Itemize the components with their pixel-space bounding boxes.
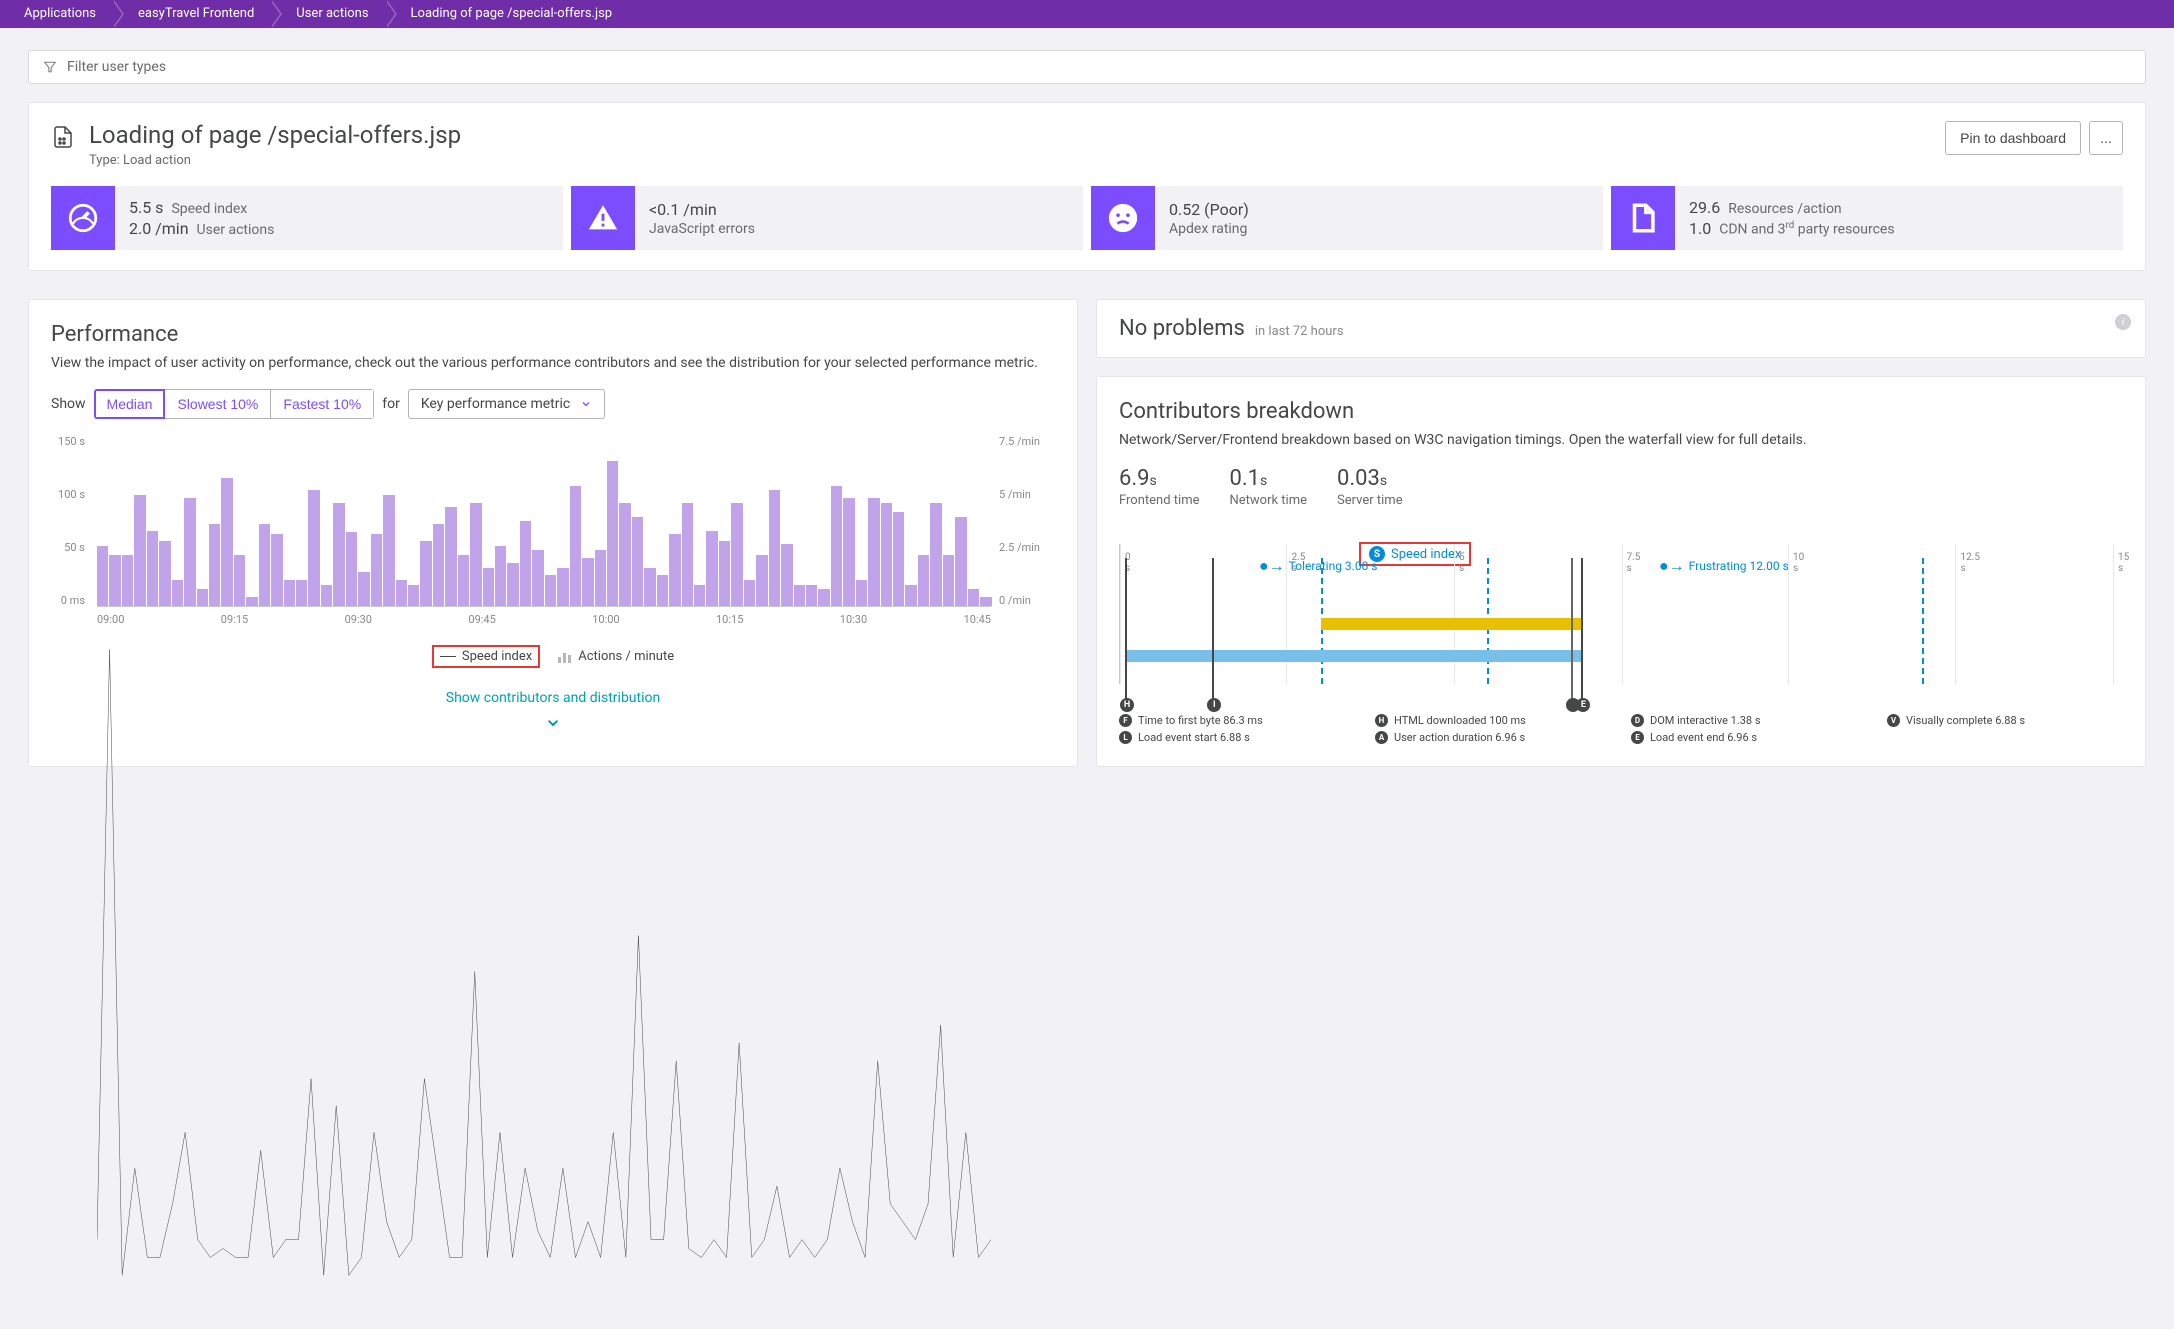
breadcrumb-useractions[interactable]: User actions	[272, 0, 386, 28]
contributors-panel: Contributors breakdown Network/Server/Fr…	[1096, 376, 2146, 767]
marker-h	[1125, 558, 1127, 704]
contributors-desc: Network/Server/Frontend breakdown based …	[1119, 432, 2123, 448]
warning-icon	[571, 186, 635, 250]
marker-e	[1581, 558, 1583, 704]
filter-icon	[43, 60, 57, 74]
no-problems-title: No problems	[1119, 316, 1245, 341]
kpi-speed-label: Speed index	[171, 201, 247, 217]
metric-dropdown-label: Key performance metric	[421, 396, 570, 412]
frustrating-line	[1922, 558, 1924, 684]
more-menu-button[interactable]: ...	[2089, 121, 2123, 155]
no-problems-panel[interactable]: No problems in last 72 hours i	[1096, 299, 2146, 358]
performance-chart[interactable]: 150 s100 s50 s0 ms 7.5 /min5 /min2.5 /mi…	[51, 435, 1055, 635]
contributors-title: Contributors breakdown	[1119, 399, 2123, 424]
kpi-speed[interactable]: 5.5 s Speed index 2.0 /min User actions	[51, 186, 563, 250]
page-subtitle: Type: Load action	[89, 153, 461, 168]
kpi-cdn-value: 1.0	[1689, 219, 1711, 238]
kpi-jserrors-label: JavaScript errors	[649, 221, 755, 237]
kpi-jserrors[interactable]: <0.1 /min JavaScript errors	[571, 186, 1083, 250]
info-icon[interactable]: i	[2115, 314, 2131, 330]
document-icon	[1611, 186, 1675, 250]
page-icon	[51, 125, 75, 149]
breadcrumb-current: Loading of page /special-offers.jsp	[387, 0, 631, 28]
show-label: Show	[51, 396, 86, 412]
performance-panel: Performance View the impact of user acti…	[28, 299, 1078, 767]
marker-i	[1212, 558, 1214, 704]
timeline-axis: 0 s 2.5 s 5 s 7.5 s 10 s 12.5 s 15 s	[1119, 544, 2123, 684]
page-title: Loading of page /special-offers.jsp	[89, 121, 461, 149]
network-time: 0.1sNetwork time	[1229, 466, 1307, 508]
kpi-jserrors-value: <0.1 /min	[649, 200, 717, 219]
yellow-bar	[1321, 618, 1582, 630]
breadcrumb-applications[interactable]: Applications	[0, 0, 114, 28]
filter-placeholder: Filter user types	[67, 59, 166, 75]
frontend-time: 6.9sFrontend time	[1119, 466, 1199, 508]
x-axis: 09:0009:1509:3009:4510:0010:1510:3010:45	[97, 613, 991, 635]
no-problems-sub: in last 72 hours	[1255, 324, 1344, 339]
breadcrumb-frontend[interactable]: easyTravel Frontend	[114, 0, 272, 28]
kpi-speed-value: 5.5 s	[129, 198, 163, 217]
seg-fastest[interactable]: Fastest 10%	[271, 389, 374, 419]
blue-bar	[1125, 650, 1581, 662]
kpi-resources[interactable]: 29.6 Resources /action 1.0 CDN and 3rd par…	[1611, 186, 2123, 250]
chevron-down-icon	[580, 398, 592, 410]
kpi-apdex-label: Apdex rating	[1169, 221, 1247, 237]
kpi-apdex[interactable]: 0.52 (Poor) Apdex rating	[1091, 186, 1603, 250]
y-axis-left: 150 s100 s50 s0 ms	[51, 435, 91, 607]
kpi-useractions-label: User actions	[197, 222, 275, 238]
y-axis-right: 7.5 /min5 /min2.5 /min0 /min	[999, 435, 1055, 607]
sad-face-icon	[1091, 186, 1155, 250]
kpi-row: 5.5 s Speed index 2.0 /min User actions <0…	[51, 186, 2123, 250]
metric-dropdown[interactable]: Key performance metric	[408, 389, 605, 419]
breadcrumb: Applications easyTravel Frontend User ac…	[0, 0, 2174, 28]
performance-desc: View the impact of user activity on perf…	[51, 355, 1055, 371]
kpi-useractions-value: 2.0 /min	[129, 219, 189, 238]
timing-legend: FTime to first byte 86.3 ms HHTML downlo…	[1119, 714, 2123, 744]
kpi-resources-value: 29.6	[1689, 198, 1720, 217]
performance-title: Performance	[51, 322, 1055, 347]
server-time: 0.03sServer time	[1337, 466, 1403, 508]
timeline-chart[interactable]: SSpeed index ●→Tolerating 3.00 s ●→Frust…	[1119, 544, 2123, 744]
percentile-segment: Median Slowest 10% Fastest 10%	[94, 389, 375, 419]
kpi-cdn-label: CDN and 3rd party resources	[1719, 220, 1894, 238]
marker-lv	[1571, 558, 1573, 704]
kpi-apdex-value: 0.52 (Poor)	[1169, 200, 1249, 219]
filter-input[interactable]: Filter user types	[28, 50, 2146, 84]
seg-median[interactable]: Median	[94, 389, 166, 419]
plot-area	[97, 435, 991, 607]
for-label: for	[382, 396, 400, 412]
header-card: Loading of page /special-offers.jsp Type…	[28, 102, 2146, 271]
speedometer-icon	[51, 186, 115, 250]
seg-slowest[interactable]: Slowest 10%	[165, 389, 271, 419]
kpi-resources-label: Resources /action	[1728, 201, 1841, 217]
pin-to-dashboard-button[interactable]: Pin to dashboard	[1945, 121, 2081, 155]
